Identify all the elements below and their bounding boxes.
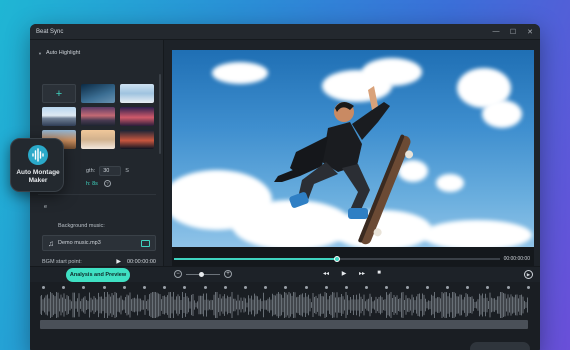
bgm-play-icon[interactable]: ▶ (116, 258, 121, 265)
waveform-icon (28, 145, 48, 165)
progress-handle[interactable] (334, 256, 340, 262)
bgm-start-time[interactable]: 00:00:00:00 (127, 259, 156, 265)
clip-thumbnail[interactable] (81, 84, 115, 103)
play-icon[interactable]: ▶ (339, 270, 349, 277)
music-note-icon: ♫ (48, 238, 54, 248)
minimize-icon[interactable]: — (492, 28, 500, 36)
clip-thumbnail[interactable] (120, 130, 154, 149)
badge-label: Auto Montage Maker (11, 169, 65, 185)
info-icon[interactable]: ? (103, 180, 111, 187)
background-music-label: Background music: (58, 223, 105, 229)
folder-icon[interactable] (141, 239, 150, 247)
video-preview: 00:00:00:00 (172, 50, 534, 274)
plus-icon: + (55, 87, 63, 100)
beat-marker[interactable] (223, 286, 227, 289)
bgm-start-row: BGM start point: ▶ 00:00:00:00 (42, 258, 156, 266)
beat-marker[interactable] (425, 286, 429, 289)
target-length-input[interactable]: 30 (99, 166, 122, 176)
badge-label-line1: Auto Montage (16, 169, 60, 176)
beat-marker[interactable] (183, 286, 187, 289)
zoom-in-icon[interactable]: + (224, 270, 232, 278)
beat-marker[interactable] (466, 286, 470, 289)
target-length-label: gth: (86, 168, 96, 174)
beat-timeline (30, 282, 540, 350)
clip-thumbnail[interactable] (120, 84, 154, 103)
beat-marker[interactable] (506, 286, 510, 289)
video-track[interactable] (40, 320, 528, 329)
beat-marker[interactable] (446, 286, 449, 289)
play-circle-icon[interactable]: ▶ (524, 270, 533, 279)
bgm-start-label: BGM start point: (42, 258, 82, 265)
beat-marker[interactable] (284, 286, 288, 289)
beat-sync-window: Beat Sync — ☐ ✕ ▼ Auto Highlight + gth: … (30, 24, 540, 350)
beat-marker[interactable] (365, 286, 369, 289)
clip-thumbnail[interactable] (81, 107, 115, 126)
analysis-and-preview-button[interactable]: Analysis and Preview (66, 268, 130, 282)
sidebar-scrollbar[interactable] (159, 74, 161, 154)
beat-marker[interactable] (486, 286, 490, 289)
preview-timebar: 00:00:00:00 (172, 253, 534, 265)
skater-figure (274, 86, 414, 245)
beat-marker[interactable] (203, 286, 207, 289)
clip-thumbnail[interactable] (81, 130, 115, 149)
beat-marker[interactable] (264, 286, 268, 289)
preview-image (172, 50, 534, 247)
caret-down-icon: ▼ (38, 50, 42, 56)
window-controls: — ☐ ✕ (492, 28, 534, 36)
target-length-unit: S (125, 168, 129, 174)
beat-marker[interactable] (143, 286, 146, 289)
background-music-field[interactable]: ♫ Demo music.mp3 (42, 235, 156, 251)
clip-thumbnail[interactable] (42, 107, 76, 126)
badge-label-line2: Maker (28, 177, 48, 184)
beat-marker[interactable] (324, 286, 328, 289)
zoom-slider-handle[interactable] (198, 272, 204, 277)
beat-marker[interactable] (122, 286, 126, 289)
duration-row: h: 8s ? (86, 180, 111, 187)
beat-marker[interactable] (163, 286, 167, 289)
beat-marker[interactable] (405, 286, 409, 289)
section-title: Auto Highlight (45, 50, 81, 56)
export-button[interactable] (470, 342, 530, 350)
title-bar: Beat Sync — ☐ ✕ (30, 24, 540, 40)
beat-marker[interactable] (385, 286, 389, 289)
auto-highlight-header[interactable]: ▼ Auto Highlight (38, 50, 80, 56)
clip-thumbnail[interactable] (120, 107, 154, 126)
audio-waveform[interactable] (40, 292, 528, 318)
auto-montage-maker-badge[interactable]: Auto Montage Maker (10, 138, 64, 192)
zoom-out-icon[interactable]: − (174, 270, 182, 278)
beat-marker[interactable] (82, 286, 86, 289)
window-title: Beat Sync (36, 28, 64, 35)
beat-marker[interactable] (345, 286, 348, 289)
beat-marker[interactable] (62, 286, 66, 289)
playback-controls: Analysis and Preview − + ◂◂ ▶ ▸▸ ■ ▶ (30, 266, 540, 282)
add-clip-button[interactable]: + (42, 84, 76, 103)
next-frame-icon[interactable]: ▸▸ (357, 270, 367, 277)
maximize-icon[interactable]: ☐ (509, 28, 517, 36)
target-length-row: gth: 30 S (86, 166, 129, 176)
current-time: 00:00:00:00 (503, 256, 530, 262)
music-file-name: Demo music.mp3 (58, 240, 101, 246)
progress-fill (174, 258, 337, 260)
beat-marker[interactable] (304, 286, 308, 289)
section-divider (38, 194, 156, 195)
close-icon[interactable]: ✕ (526, 28, 534, 36)
beat-marker[interactable] (102, 286, 106, 289)
stop-icon[interactable]: ■ (374, 270, 384, 276)
music-section-label: e (44, 204, 48, 210)
duration-text: h: 8s (86, 180, 98, 187)
beat-marker[interactable] (244, 286, 247, 289)
previous-frame-icon[interactable]: ◂◂ (321, 270, 331, 277)
beat-marker[interactable] (526, 286, 530, 289)
beat-marker[interactable] (42, 286, 45, 289)
